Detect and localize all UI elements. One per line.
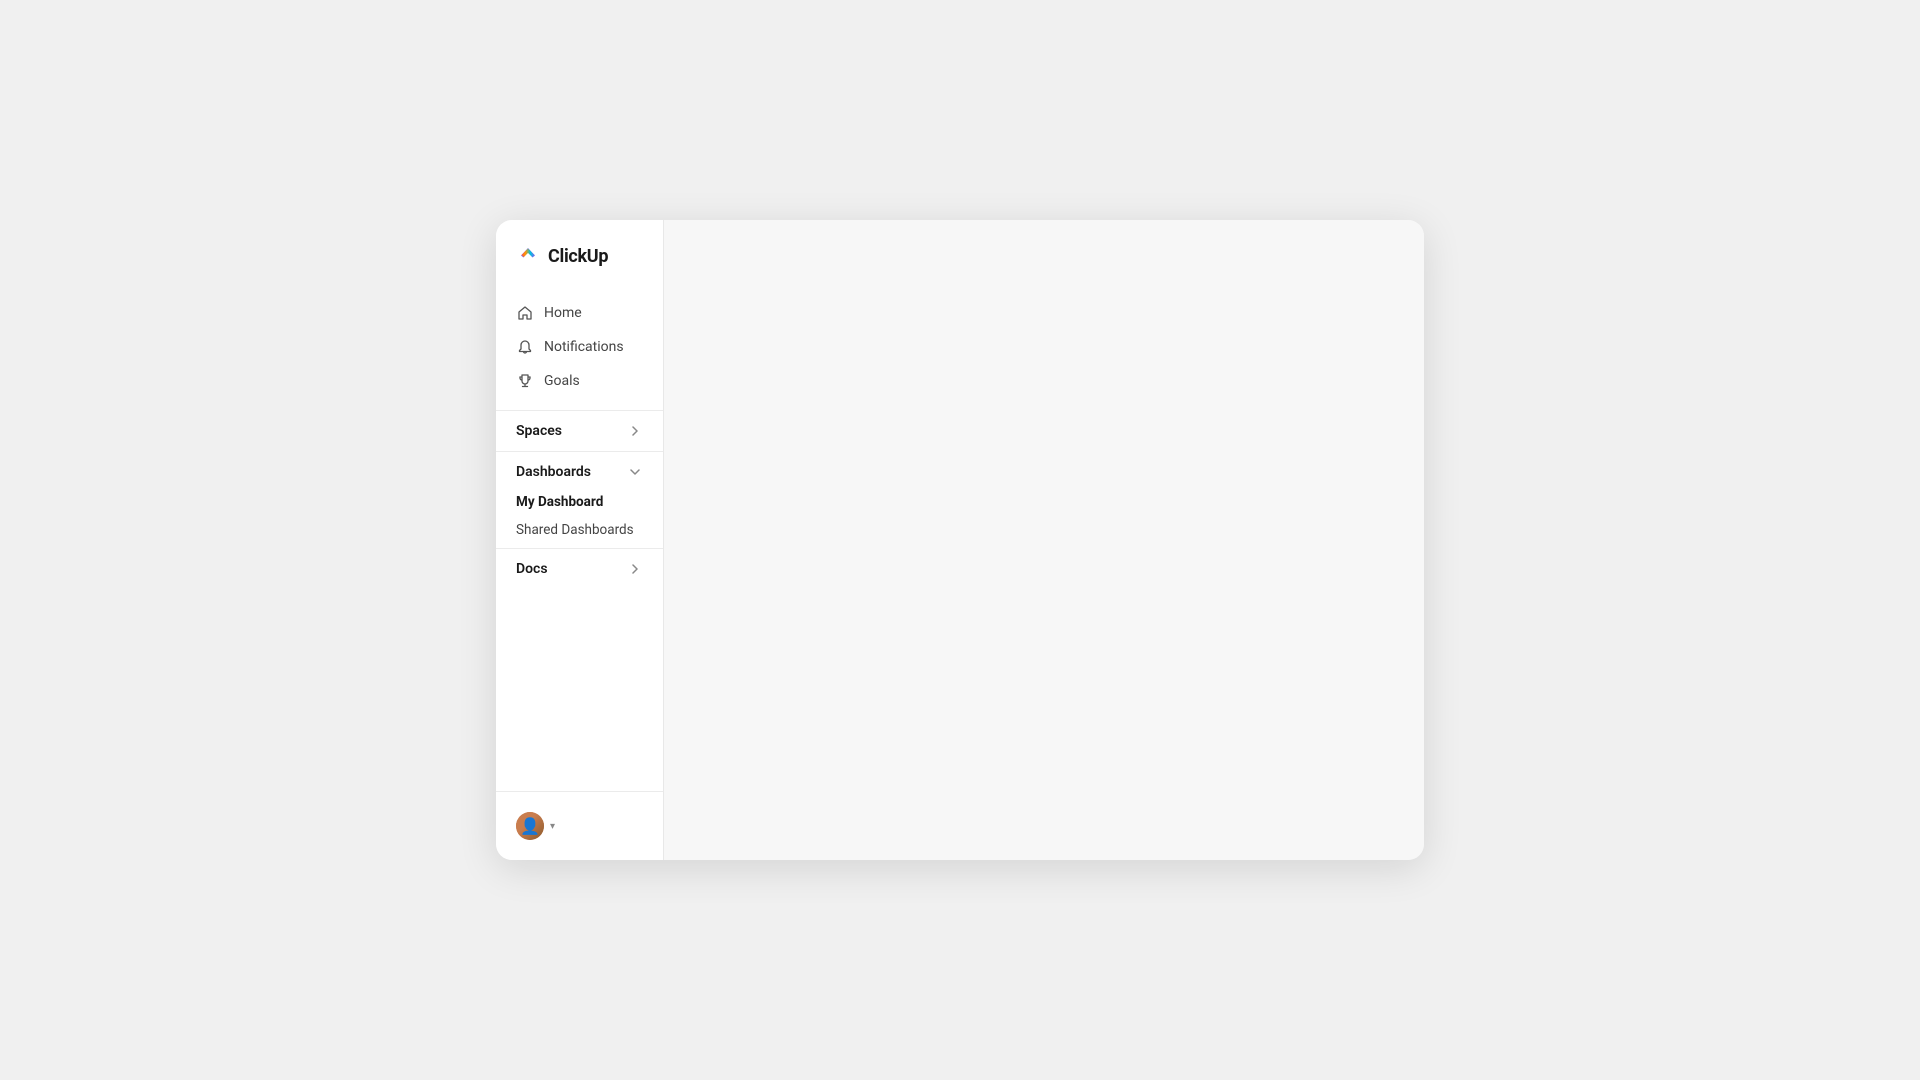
sidebar-item-home-label: Home — [544, 305, 582, 321]
docs-section-header[interactable]: Docs — [496, 553, 663, 585]
user-menu[interactable]: ▾ — [512, 808, 647, 844]
spaces-section-header[interactable]: Spaces — [496, 415, 663, 447]
target-icon — [516, 372, 534, 390]
divider-1 — [496, 410, 663, 411]
sidebar-item-goals-label: Goals — [544, 373, 580, 389]
sidebar-item-notifications[interactable]: Notifications — [496, 330, 663, 364]
bell-icon — [516, 338, 534, 356]
clickup-logo-icon — [516, 244, 540, 268]
avatar — [516, 812, 544, 840]
logo-area[interactable]: ClickUp — [496, 220, 663, 288]
avatar-image — [516, 812, 544, 840]
main-content — [664, 220, 1424, 860]
chevron-right-icon — [627, 423, 643, 439]
dashboards-section-header[interactable]: Dashboards — [496, 456, 663, 488]
user-chevron-icon: ▾ — [550, 821, 555, 832]
sidebar: ClickUp Home — [496, 220, 664, 860]
sidebar-item-home[interactable]: Home — [496, 296, 663, 330]
docs-label: Docs — [516, 561, 548, 577]
my-dashboard-label: My Dashboard — [516, 494, 603, 510]
home-icon — [516, 304, 534, 322]
sidebar-item-notifications-label: Notifications — [544, 339, 624, 355]
sidebar-item-goals[interactable]: Goals — [496, 364, 663, 398]
sidebar-bottom: ▾ — [496, 791, 663, 860]
chevron-down-icon — [627, 464, 643, 480]
sidebar-item-shared-dashboards[interactable]: Shared Dashboards — [496, 516, 663, 544]
shared-dashboards-label: Shared Dashboards — [516, 522, 634, 538]
dashboards-label: Dashboards — [516, 464, 591, 480]
app-name: ClickUp — [548, 246, 608, 267]
nav-section: Home Notifications — [496, 288, 663, 406]
spaces-label: Spaces — [516, 423, 562, 439]
divider-2 — [496, 451, 663, 452]
docs-chevron-right-icon — [627, 561, 643, 577]
app-card: ClickUp Home — [496, 220, 1424, 860]
sidebar-item-my-dashboard[interactable]: My Dashboard — [496, 488, 663, 516]
divider-3 — [496, 548, 663, 549]
